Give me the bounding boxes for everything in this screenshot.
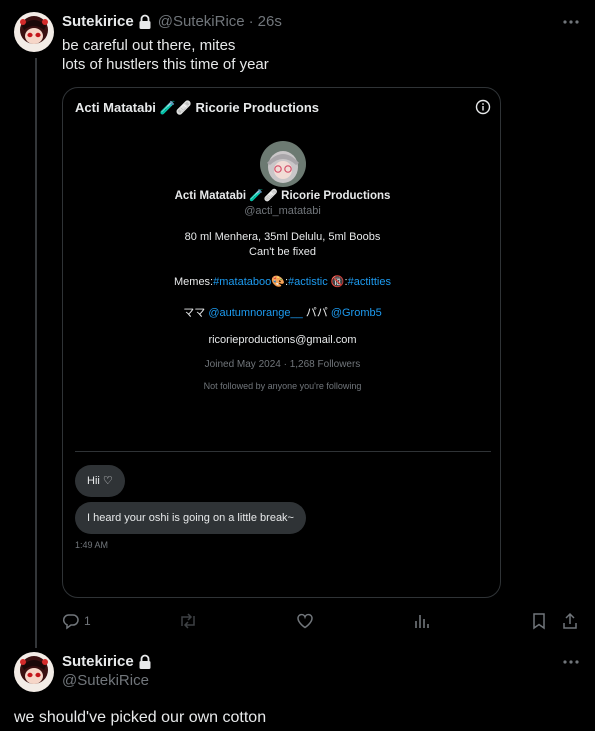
- like-button[interactable]: [296, 611, 314, 631]
- separator-dot: ·: [248, 13, 254, 30]
- timestamp[interactable]: 26s: [258, 12, 282, 32]
- profile-email: ricorieproductions@gmail.com: [208, 334, 357, 346]
- memes-label: Memes:: [174, 276, 214, 288]
- display-name[interactable]: Sutekirice: [62, 652, 134, 672]
- mama-label: ママ: [183, 307, 206, 319]
- more-icon[interactable]: [561, 652, 581, 672]
- share-button[interactable]: [561, 611, 579, 631]
- profile-family-line: ママ @autumnorange__ パパ @Gromb5: [63, 304, 500, 320]
- hashtag-link[interactable]: #matataboo: [213, 276, 271, 288]
- bookmark-icon: [533, 613, 545, 630]
- retweet-icon: [181, 613, 195, 629]
- papa-label: パパ: [305, 307, 328, 319]
- message-bubble: I heard your oshi is going on a little b…: [75, 502, 306, 534]
- message-timestamp: 1:49 AM: [75, 540, 109, 550]
- lock-icon: [138, 14, 152, 30]
- tweet-text: be careful out there, mites lots of hust…: [62, 36, 269, 74]
- reply-count: 1: [84, 614, 91, 628]
- tweet-header: Sutekirice: [62, 652, 152, 672]
- thread-line: [35, 58, 37, 648]
- reply-icon: [62, 614, 79, 630]
- card-title: Acti Matatabi 🧪🩹 Ricorie Productions: [75, 100, 320, 115]
- profile-name[interactable]: Acti Matatabi 🧪🩹 Ricorie Productions: [63, 188, 500, 202]
- lock-icon: [138, 654, 152, 670]
- bookmark-button[interactable]: [531, 611, 547, 631]
- divider: [75, 451, 491, 452]
- display-name[interactable]: Sutekirice: [62, 12, 134, 32]
- profile-bio-line: 80 ml Menhera, 35ml Delulu, 5ml Boobs: [184, 231, 381, 243]
- mention-link[interactable]: @Gromb5: [331, 307, 382, 319]
- avatar[interactable]: [14, 12, 54, 52]
- tweet-text-line: lots of hustlers this time of year: [62, 56, 269, 73]
- tweet-text: we should've picked our own cotton: [14, 709, 267, 726]
- profile-joined: Joined May 2024 · 1,268 Followers: [204, 359, 361, 370]
- avatar[interactable]: [14, 652, 54, 692]
- like-icon: [297, 613, 313, 629]
- views-icon: [415, 615, 429, 628]
- tweet-header: Sutekirice @SutekiRice · 26s: [62, 12, 282, 32]
- message-bubble: Hii ♡: [75, 465, 125, 497]
- handle[interactable]: @SutekiRice: [158, 12, 245, 32]
- info-icon[interactable]: [475, 99, 491, 115]
- profile-handle[interactable]: @acti_matatabi: [63, 205, 500, 217]
- profile-bio-line: Can't be fixed: [249, 246, 316, 258]
- emoji: 🎨: [271, 276, 285, 288]
- hashtag-link[interactable]: #actitties: [348, 276, 391, 288]
- profile-avatar[interactable]: [260, 141, 306, 187]
- handle[interactable]: @SutekiRice: [62, 672, 149, 689]
- emoji: 🔞: [330, 276, 345, 288]
- mention-link[interactable]: @autumnorange__: [208, 307, 302, 319]
- tweet-text-line: be careful out there, mites: [62, 37, 236, 54]
- more-icon[interactable]: [561, 12, 581, 32]
- retweet-button[interactable]: [178, 611, 198, 631]
- profile-memes-line: Memes:#matataboo🎨:#actistic 🔞:#actitties: [63, 275, 500, 288]
- embedded-dm-card[interactable]: Acti Matatabi 🧪🩹 Ricorie Productions Act…: [62, 87, 501, 598]
- hashtag-link[interactable]: #actistic: [288, 276, 328, 288]
- views-button[interactable]: [413, 611, 431, 631]
- share-icon: [563, 612, 577, 629]
- profile-not-followed: Not followed by anyone you're following: [203, 381, 362, 391]
- reply-button[interactable]: 1: [62, 611, 91, 631]
